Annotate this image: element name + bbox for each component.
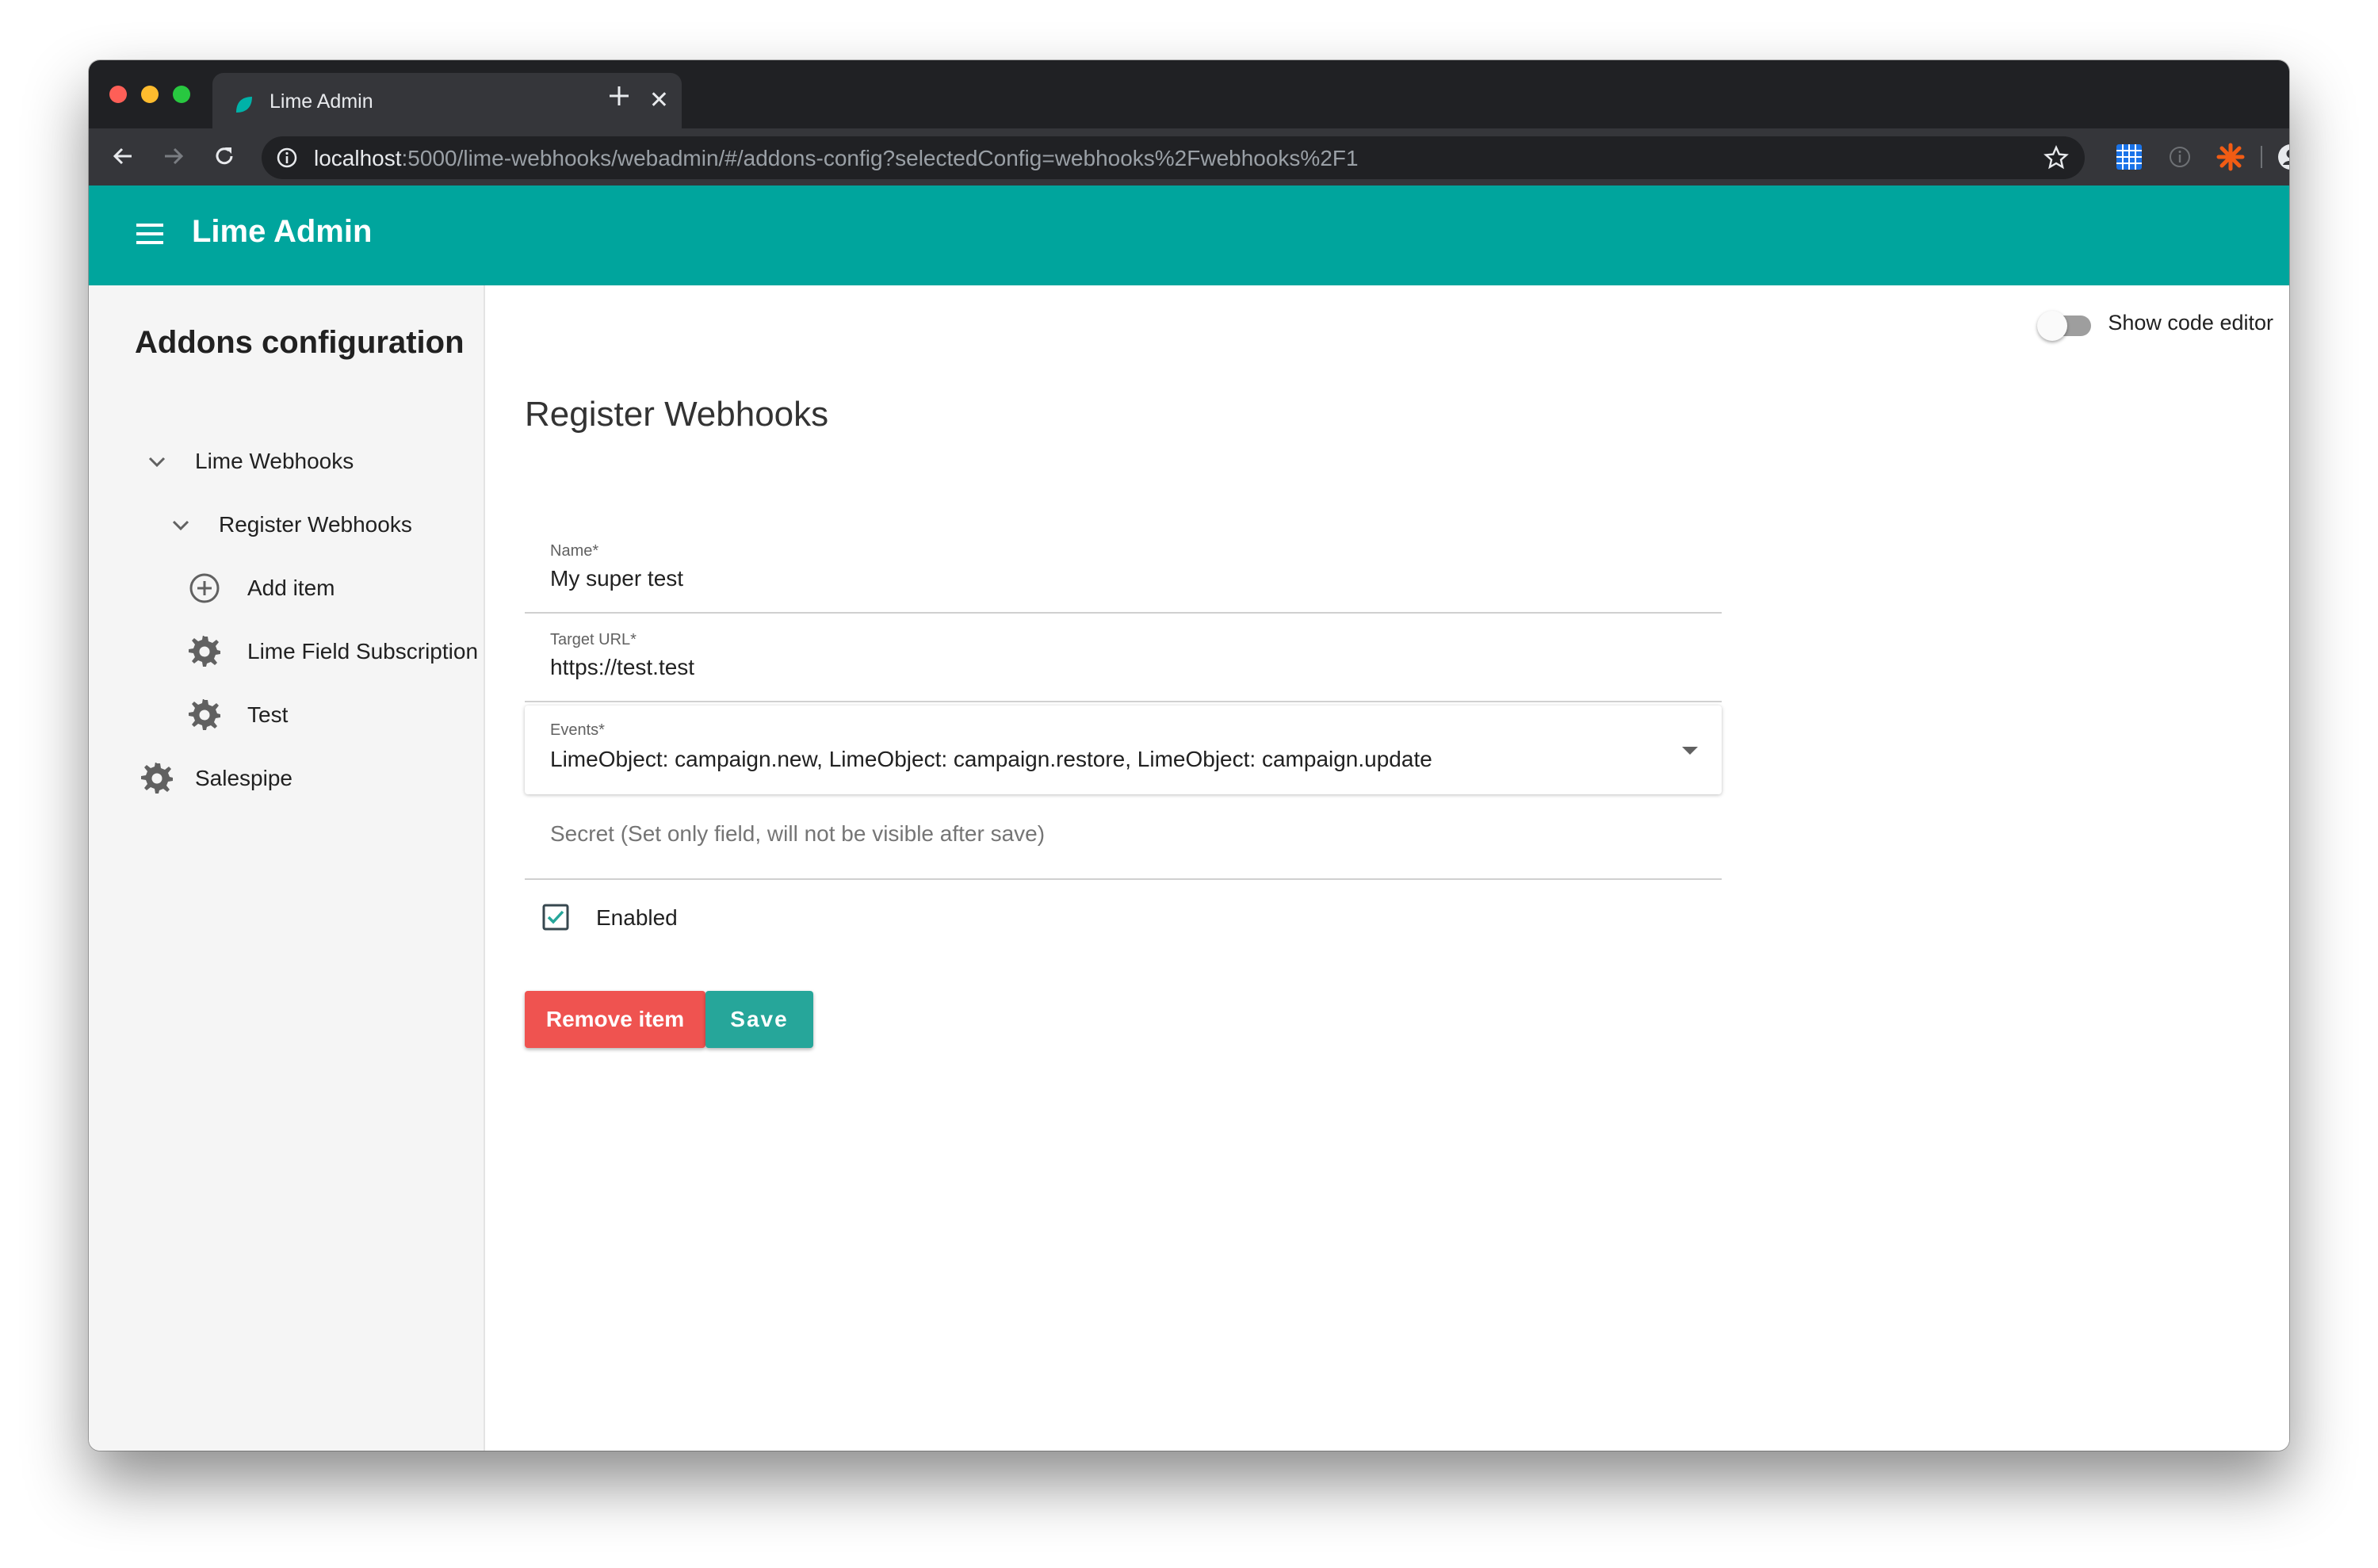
site-info-icon[interactable] [276, 147, 298, 169]
tab-strip: Lime Admin ✕ [89, 60, 2289, 128]
bookmark-star-icon[interactable] [2043, 145, 2069, 170]
tab-close-icon[interactable]: ✕ [649, 87, 669, 114]
close-window-button[interactable] [109, 86, 127, 103]
tree-item-add-item[interactable]: Add item [187, 564, 335, 612]
events-select-label: Events* [550, 721, 605, 739]
sidebar-title: Addons configuration [135, 325, 465, 360]
name-field-value[interactable]: My super test [550, 566, 683, 591]
lime-favicon-icon [236, 97, 252, 113]
name-field-label: Name* [550, 542, 599, 560]
tree-item-label: Test [247, 702, 289, 727]
forward-icon[interactable] [160, 143, 187, 170]
tree-item-label: Add item [247, 576, 335, 600]
minimize-window-button[interactable] [141, 86, 159, 103]
main-content: Show code editor Register Webhooks Name*… [485, 285, 2289, 1451]
events-select-value: LimeObject: campaign.new, LimeObject: ca… [550, 747, 1432, 771]
chevron-down-icon[interactable] [163, 507, 198, 542]
target-url-field-value[interactable]: https://test.test [550, 655, 694, 680]
app-title: Lime Admin [192, 214, 373, 249]
info-extension-icon[interactable] [2166, 143, 2194, 171]
tree-item-lime-webhooks[interactable]: Lime Webhooks [140, 438, 354, 485]
browser-toolbar: localhost:5000/lime-webhooks/webadmin/#/… [89, 128, 2289, 185]
save-button[interactable]: Save [705, 991, 813, 1048]
target-url-field-label: Target URL* [550, 631, 637, 648]
sidebar: Addons configuration Lime Webhooks Regis… [89, 285, 485, 1451]
name-field[interactable]: Name* My super test [525, 525, 1722, 614]
chevron-down-icon[interactable] [140, 444, 174, 479]
tree-item-label: Register Webhooks [219, 512, 412, 537]
tree-item-label: Lime Webhooks [195, 449, 354, 473]
hamburger-menu-icon[interactable] [135, 220, 165, 247]
add-circle-icon [187, 571, 222, 606]
field-underline [525, 878, 1722, 880]
gear-icon [140, 761, 174, 796]
profile-icon[interactable] [2277, 143, 2289, 171]
tab-title: Lime Admin [270, 90, 373, 113]
reload-icon[interactable] [211, 143, 238, 170]
url-text: localhost:5000/lime-webhooks/webadmin/#/… [314, 146, 1359, 170]
tree-item-lime-field-subscription[interactable]: Lime Field Subscription [187, 628, 478, 675]
tree-item-label: Lime Field Subscription [247, 639, 479, 664]
address-bar[interactable]: localhost:5000/lime-webhooks/webadmin/#/… [262, 136, 2085, 179]
secret-field[interactable]: Secret (Set only field, will not be visi… [525, 797, 1722, 880]
toggle-thumb [2037, 311, 2067, 341]
enabled-checkbox-label: Enabled [596, 905, 678, 930]
app-header: Lime Admin [89, 185, 2289, 285]
tree-item-label: Salespipe [195, 766, 292, 790]
field-underline [525, 701, 1722, 702]
new-tab-icon[interactable] [607, 84, 631, 108]
secret-field-placeholder: Secret (Set only field, will not be visi… [550, 821, 1046, 846]
tree-item-register-webhooks[interactable]: Register Webhooks [163, 501, 412, 549]
code-editor-toggle[interactable] [2037, 308, 2093, 342]
code-editor-toggle-label: Show code editor [2108, 311, 2273, 335]
gear-icon [187, 634, 222, 669]
section-title: Register Webhooks [525, 395, 829, 434]
events-select[interactable]: Events* LimeObject: campaign.new, LimeOb… [525, 706, 1722, 794]
grid-extension-icon[interactable] [2115, 143, 2143, 171]
enabled-checkbox[interactable] [542, 904, 569, 931]
gear-icon [187, 698, 222, 732]
tree-item-salespipe[interactable]: Salespipe [140, 755, 292, 802]
toolbar-divider [2261, 146, 2262, 168]
asterisk-extension-icon[interactable] [2216, 143, 2245, 171]
remove-item-button[interactable]: Remove item [525, 991, 705, 1048]
tree-item-test[interactable]: Test [187, 691, 288, 739]
dropdown-arrow-icon[interactable] [1682, 747, 1698, 755]
back-icon[interactable] [109, 143, 136, 170]
browser-window: Lime Admin ✕ localhost:5000/lime-webhook… [89, 60, 2289, 1451]
target-url-field[interactable]: Target URL* https://test.test [525, 614, 1722, 702]
maximize-window-button[interactable] [173, 86, 190, 103]
